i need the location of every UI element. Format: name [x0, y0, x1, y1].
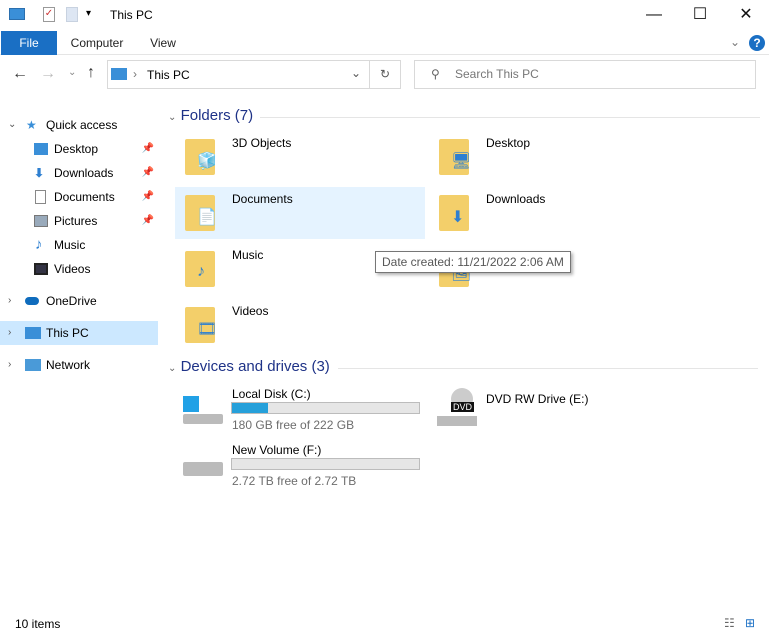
folder-icon: 🧊 — [185, 139, 217, 175]
network-icon — [25, 359, 41, 371]
address-bar[interactable]: › This PC ⌄ — [107, 60, 370, 89]
computer-icon — [9, 8, 25, 20]
maximize-button[interactable]: ☐ — [677, 0, 723, 30]
music-icon: ♪ — [35, 236, 43, 253]
nav-pictures[interactable]: Pictures 📌 — [0, 209, 158, 233]
videos-icon — [34, 263, 48, 275]
drives-group-header[interactable]: ⌄ Devices and drives (3) — [168, 358, 758, 375]
pin-icon: 📌 — [141, 215, 154, 226]
nav-music[interactable]: ♪ Music — [0, 233, 158, 257]
ribbon-tabs: File Computer View ⌄ ? — [0, 31, 769, 55]
large-icons-view-button[interactable]: ⊞ — [745, 616, 755, 630]
drive-icon — [183, 462, 223, 476]
folder-desktop[interactable]: 🖥 Desktop — [429, 131, 679, 183]
minimize-button[interactable]: — — [631, 0, 677, 30]
pin-icon: 📌 — [141, 143, 154, 154]
document-icon — [35, 190, 46, 204]
breadcrumb-this-pc[interactable]: This PC — [147, 68, 190, 82]
nav-network[interactable]: › Network — [0, 353, 158, 377]
close-button[interactable]: ✕ — [723, 0, 769, 30]
folder-icon: ⬇ — [439, 195, 469, 231]
tab-file[interactable]: File — [1, 31, 57, 55]
properties-icon[interactable]: ✓ — [43, 7, 55, 22]
dvd-drive-icon: DVD — [437, 388, 477, 428]
help-icon[interactable]: ? — [749, 35, 765, 51]
status-item-count: 10 items — [15, 617, 61, 631]
chevron-down-icon[interactable]: ⌄ — [8, 113, 16, 137]
drive-e[interactable]: DVD DVD RW Drive (E:) — [429, 382, 679, 434]
pin-icon: 📌 — [141, 167, 154, 178]
nav-documents[interactable]: Documents 📌 — [0, 185, 158, 209]
customize-toolbar-icon[interactable]: ▾ — [86, 8, 91, 19]
tab-view[interactable]: View — [140, 31, 186, 55]
divider — [338, 368, 758, 369]
folders-group-header[interactable]: ⌄ Folders (7) — [168, 107, 760, 124]
nav-desktop[interactable]: Desktop 📌 — [0, 137, 158, 161]
tab-computer[interactable]: Computer — [62, 31, 132, 55]
pictures-icon — [34, 215, 48, 227]
drive-f[interactable]: New Volume (F:) 2.72 TB free of 2.72 TB — [175, 438, 425, 490]
nav-onedrive[interactable]: › OneDrive — [0, 289, 158, 313]
title-bar: ✓ ▾ This PC — ☐ ✕ — [0, 0, 769, 31]
nav-quick-access[interactable]: ⌄ ★ Quick access — [0, 113, 158, 137]
search-input[interactable]: ⚲ Search This PC — [414, 60, 756, 89]
breadcrumb-separator-icon: › — [133, 67, 137, 81]
folder-videos[interactable]: 🎞 Videos — [175, 299, 425, 351]
folder-documents[interactable]: 📄 Documents — [175, 187, 425, 239]
desktop-icon — [34, 143, 48, 155]
address-dropdown-icon[interactable]: ⌄ — [351, 66, 361, 80]
details-view-button[interactable]: ☷ — [724, 616, 735, 630]
folder-icon: ♪ — [185, 251, 215, 287]
download-icon: ⬇ — [34, 166, 45, 180]
recent-locations-button[interactable]: ⌄ — [68, 67, 76, 78]
computer-icon — [25, 327, 41, 339]
windows-drive-icon — [183, 396, 223, 426]
divider — [260, 117, 760, 118]
folder-downloads[interactable]: ⬇ Downloads — [429, 187, 679, 239]
chevron-right-icon[interactable]: › — [8, 289, 11, 313]
up-button[interactable]: ↑ — [87, 64, 95, 82]
tooltip: Date created: 11/21/2022 2:06 AM — [375, 251, 571, 273]
star-icon: ★ — [26, 118, 37, 132]
forward-button[interactable]: → — [40, 65, 56, 83]
nav-this-pc[interactable]: › This PC — [0, 321, 158, 345]
usage-bar — [231, 458, 420, 470]
chevron-down-icon: ⌄ — [168, 363, 177, 374]
new-folder-icon[interactable] — [66, 7, 78, 22]
nav-videos[interactable]: Videos — [0, 257, 158, 281]
computer-icon — [111, 68, 127, 80]
chevron-down-icon: ⌄ — [168, 112, 177, 123]
refresh-button[interactable]: ↻ — [370, 60, 401, 89]
usage-bar — [231, 402, 420, 414]
pin-icon: 📌 — [141, 191, 154, 202]
chevron-right-icon[interactable]: › — [8, 321, 11, 345]
chevron-right-icon[interactable]: › — [8, 353, 11, 377]
folder-icon: 📄 — [185, 195, 217, 231]
drive-c[interactable]: Local Disk (C:) 180 GB free of 222 GB — [175, 382, 425, 434]
cloud-icon — [25, 297, 39, 305]
expand-ribbon-icon[interactable]: ⌄ — [730, 35, 740, 49]
folder-3d-objects[interactable]: 🧊 3D Objects — [175, 131, 425, 183]
folder-icon: 🎞 — [185, 307, 217, 343]
folder-icon: 🖥 — [439, 139, 471, 175]
window-title: This PC — [110, 8, 153, 22]
nav-downloads[interactable]: ⬇ Downloads 📌 — [0, 161, 158, 185]
back-button[interactable]: ← — [12, 65, 28, 83]
search-icon: ⚲ — [431, 67, 440, 81]
